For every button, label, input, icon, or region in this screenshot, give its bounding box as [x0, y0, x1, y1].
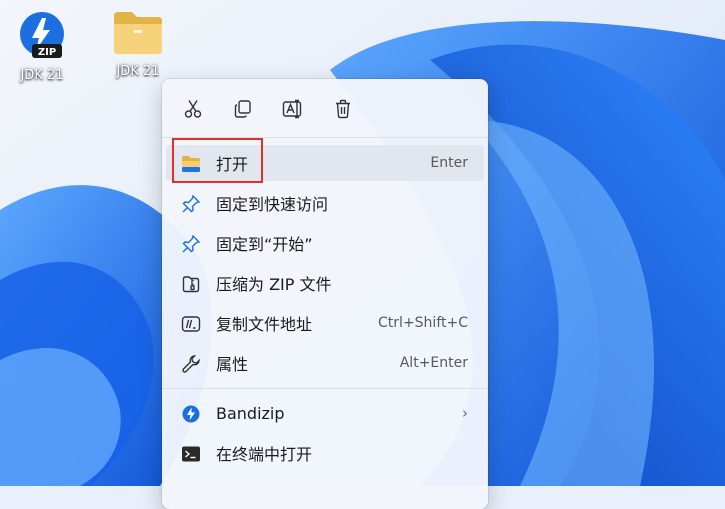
folder-icon [114, 12, 162, 54]
scissors-icon [184, 100, 202, 118]
cut-button[interactable] [177, 93, 209, 125]
zip-archive-icon [180, 273, 202, 295]
desktop-icon-jdk-folder[interactable]: JDK 21 [108, 8, 168, 94]
trash-icon [336, 99, 350, 119]
terminal-icon [180, 443, 202, 465]
menu-item-shortcut: Ctrl+Shift+C [378, 315, 468, 331]
quick-actions-bar [162, 93, 488, 125]
menu-item-label: 固定到“开始” [216, 235, 313, 254]
menu-item-label: 在终端中打开 [216, 445, 313, 464]
delete-button[interactable] [327, 93, 359, 125]
menu-item-label: 复制文件地址 [216, 315, 313, 334]
wrench-icon [180, 353, 202, 375]
zip-badge-label: ZIP [38, 47, 56, 58]
annotation-highlight-box [172, 138, 263, 183]
path-icon [180, 313, 202, 335]
menu-item-label: 压缩为 ZIP 文件 [216, 275, 332, 294]
pin-icon [180, 233, 202, 255]
desktop-icon-label: JDK 21 [116, 64, 160, 79]
menu-item-pin-quick-access[interactable]: 固定到快速访问 [166, 185, 484, 221]
menu-item-copy-path[interactable]: 复制文件地址 Ctrl+Shift+C [166, 305, 484, 341]
copy-icon [234, 100, 251, 118]
menu-item-compress-zip[interactable]: 压缩为 ZIP 文件 [166, 265, 484, 301]
menu-item-label: 固定到快速访问 [216, 195, 329, 214]
menu-item-shortcut: Alt+Enter [399, 355, 468, 371]
copy-button[interactable] [227, 93, 259, 125]
menu-item-label: Bandizip [216, 403, 285, 423]
bandizip-icon [180, 403, 202, 425]
zip-file-icon: ZIP [20, 12, 64, 58]
menu-item-bandizip[interactable]: Bandizip › [166, 395, 484, 431]
menu-separator [162, 388, 488, 389]
rename-icon [282, 99, 302, 119]
menu-item-open-terminal[interactable]: 在终端中打开 [166, 435, 484, 471]
desktop-icon-label: JDK 21 [20, 68, 64, 83]
desktop-icon-jdk-zip[interactable]: ZIP JDK 21 [12, 8, 72, 94]
rename-button[interactable] [277, 93, 309, 125]
menu-item-shortcut: Enter [430, 155, 468, 171]
menu-item-pin-start[interactable]: 固定到“开始” [166, 225, 484, 261]
menu-item-label: 属性 [216, 355, 249, 374]
chevron-right-icon: › [462, 404, 468, 422]
menu-item-properties[interactable]: 属性 Alt+Enter [166, 345, 484, 381]
pin-icon [180, 193, 202, 215]
